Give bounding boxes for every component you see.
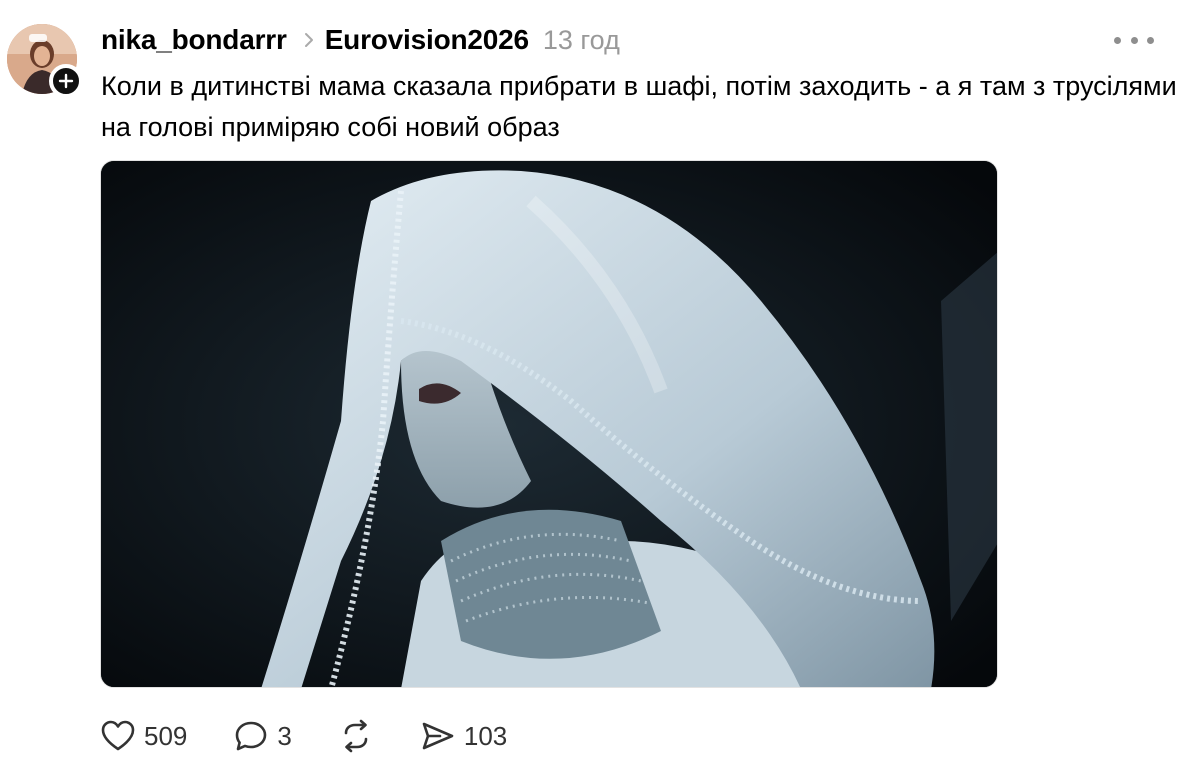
comment-button[interactable]: 3 xyxy=(233,719,292,753)
speech-bubble-icon xyxy=(236,721,267,751)
post-header: nika_bondarrr Eurovision2026 13 год xyxy=(101,20,1170,60)
repost-icon xyxy=(344,719,368,753)
share-button[interactable]: 103 xyxy=(420,719,507,753)
more-dot xyxy=(1130,36,1138,44)
post-photo xyxy=(101,161,997,687)
heart-icon xyxy=(101,720,135,751)
chevron-right-icon xyxy=(303,31,315,49)
share-count: 103 xyxy=(463,720,508,751)
post-timestamp: 13 год xyxy=(542,24,620,55)
more-dot xyxy=(1114,36,1121,44)
plus-icon xyxy=(58,73,74,89)
author-username[interactable]: nika_bondarrr xyxy=(101,24,287,56)
more-horizontal-icon[interactable] xyxy=(1114,28,1154,52)
post-image[interactable] xyxy=(100,160,998,688)
comment-count: 3 xyxy=(277,720,292,751)
follow-button[interactable] xyxy=(49,64,83,98)
like-button[interactable]: 509 xyxy=(100,719,187,753)
like-count: 509 xyxy=(144,720,188,751)
post-text: Коли в дитинстві мама сказала прибрати в… xyxy=(101,71,1177,142)
action-bar: 509 3 103 xyxy=(100,712,553,760)
avatar-container[interactable] xyxy=(7,24,83,98)
send-icon xyxy=(422,722,454,750)
repost-button[interactable] xyxy=(338,719,374,753)
more-dot xyxy=(1147,36,1154,44)
community-link[interactable]: Eurovision2026 xyxy=(325,24,529,56)
